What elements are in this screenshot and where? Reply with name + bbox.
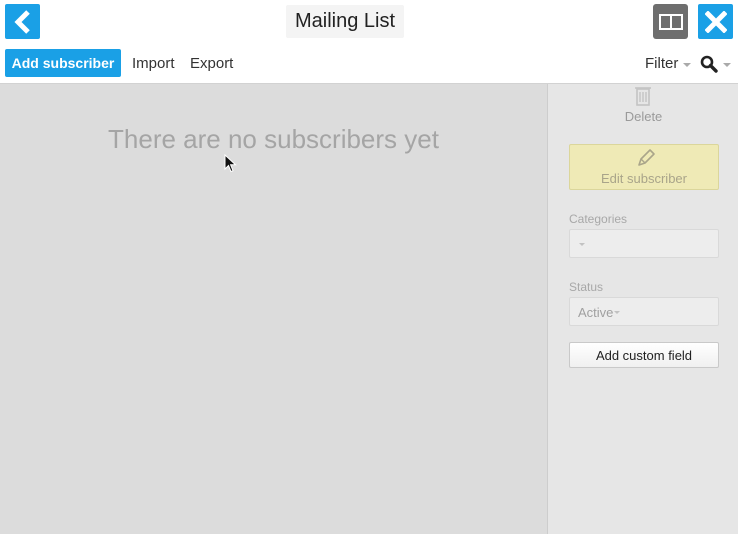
side-panel: Delete Edit subscriber Categories Status… <box>547 84 738 534</box>
status-select[interactable]: Active <box>569 297 719 326</box>
status-value: Active <box>578 305 614 320</box>
header-bar: Mailing List <box>0 0 738 44</box>
subscriber-list[interactable]: There are no subscribers yet <box>0 84 547 534</box>
add-subscriber-button[interactable]: Add subscriber <box>5 49 121 77</box>
close-icon <box>704 10 727 33</box>
chevron-down-icon <box>614 311 621 314</box>
split-view-button[interactable] <box>653 4 688 39</box>
edit-subscriber-label: Edit subscriber <box>601 171 687 186</box>
chevron-down-icon <box>723 63 731 67</box>
export-link[interactable]: Export <box>190 55 233 72</box>
mouse-cursor-icon <box>224 154 237 173</box>
add-custom-field-button[interactable]: Add custom field <box>569 342 719 368</box>
empty-message: There are no subscribers yet <box>108 124 439 154</box>
import-link[interactable]: Import <box>132 55 175 72</box>
categories-select[interactable] <box>569 229 719 258</box>
edit-subscriber-button[interactable]: Edit subscriber <box>569 144 719 190</box>
close-button[interactable] <box>698 4 733 39</box>
trash-icon <box>635 87 651 106</box>
delete-button[interactable]: Delete <box>548 84 738 126</box>
pencil-icon <box>638 149 655 166</box>
filter-dropdown[interactable]: Filter <box>645 55 692 72</box>
back-button[interactable] <box>5 4 40 39</box>
categories-label: Categories <box>569 212 628 226</box>
chevron-left-icon <box>13 9 30 34</box>
chevron-down-icon <box>683 62 692 67</box>
toolbar: Add subscriber Import Export Filter <box>0 44 738 84</box>
search-icon <box>700 55 718 73</box>
search-dropdown[interactable] <box>700 55 731 73</box>
status-label: Status <box>569 280 604 294</box>
page-title: Mailing List <box>286 5 404 38</box>
status-select-content: Active <box>578 305 621 320</box>
delete-label: Delete <box>624 109 663 124</box>
filter-label: Filter <box>645 55 679 72</box>
split-view-icon <box>658 13 683 30</box>
chevron-down-icon <box>579 243 585 246</box>
